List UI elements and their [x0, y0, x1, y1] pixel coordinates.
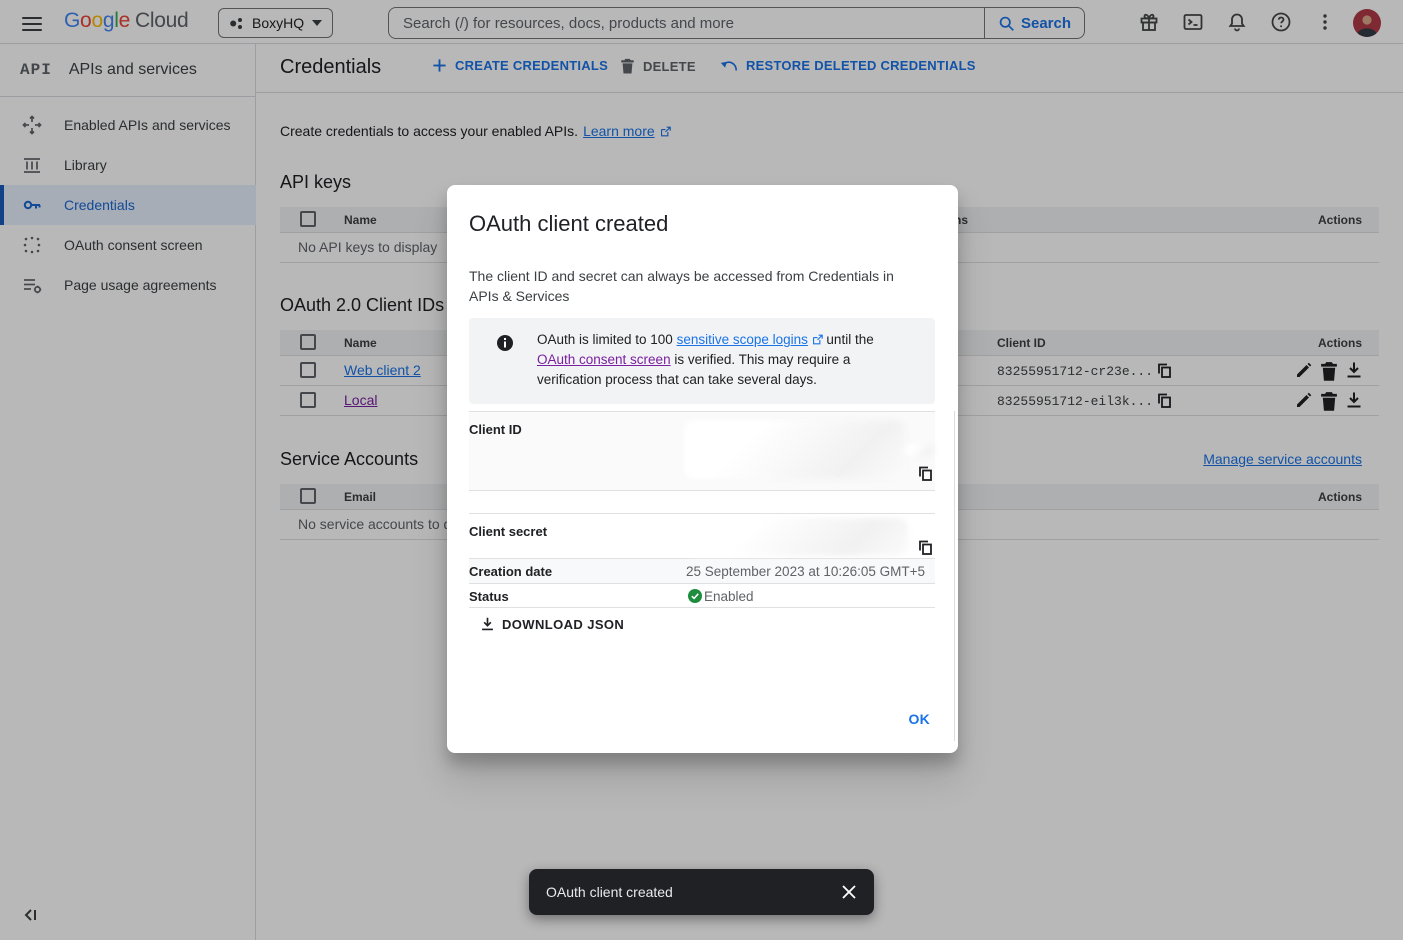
status-row: Status Enabled: [469, 584, 935, 608]
client-secret-row: Client secret: [469, 513, 935, 559]
download-json-label: DOWNLOAD JSON: [502, 617, 624, 632]
client-id-row: Client ID: [469, 411, 935, 491]
notice-pre: OAuth is limited to 100: [537, 332, 677, 347]
status-label: Status: [469, 589, 509, 604]
status-check-icon: [688, 589, 702, 603]
toast-message: OAuth client created: [546, 884, 840, 900]
oauth-client-created-dialog: OAuth client created The client ID and s…: [447, 185, 958, 753]
notice-mid: until the: [823, 332, 874, 347]
copy-client-secret-icon[interactable]: [918, 540, 933, 555]
oauth-consent-screen-link[interactable]: OAuth consent screen: [537, 352, 671, 367]
dialog-title: OAuth client created: [469, 211, 668, 237]
dialog-scrollbar[interactable]: [954, 411, 955, 741]
close-icon[interactable]: [840, 883, 858, 901]
client-id-label: Client ID: [469, 422, 522, 437]
snackbar-toast: OAuth client created: [529, 869, 874, 915]
client-secret-label: Client secret: [469, 524, 547, 539]
notice-text: OAuth is limited to 100 sensitive scope …: [537, 330, 915, 390]
client-secret-redacted-value: [684, 518, 908, 556]
sensitive-scope-logins-link[interactable]: sensitive scope logins: [677, 332, 808, 347]
creation-date-value: 25 September 2023 at 10:26:05 GMT+5: [686, 564, 925, 579]
client-id-redacted-value: [905, 444, 935, 457]
ok-button[interactable]: OK: [909, 711, 931, 727]
info-icon: [496, 334, 514, 352]
download-json-button[interactable]: DOWNLOAD JSON: [480, 616, 624, 632]
external-link-icon: [812, 334, 823, 345]
status-value: Enabled: [704, 589, 754, 604]
creation-date-row: Creation date 25 September 2023 at 10:26…: [469, 559, 935, 584]
download-icon: [480, 616, 495, 632]
creation-date-label: Creation date: [469, 564, 552, 579]
google-cloud-console: GoogleCloud BoxyHQ Search: [0, 0, 1403, 940]
dialog-subtitle: The client ID and secret can always be a…: [469, 266, 919, 306]
copy-client-id-icon[interactable]: [918, 466, 933, 481]
client-id-redacted-value: [684, 420, 905, 479]
oauth-limit-notice: OAuth is limited to 100 sensitive scope …: [469, 318, 935, 404]
